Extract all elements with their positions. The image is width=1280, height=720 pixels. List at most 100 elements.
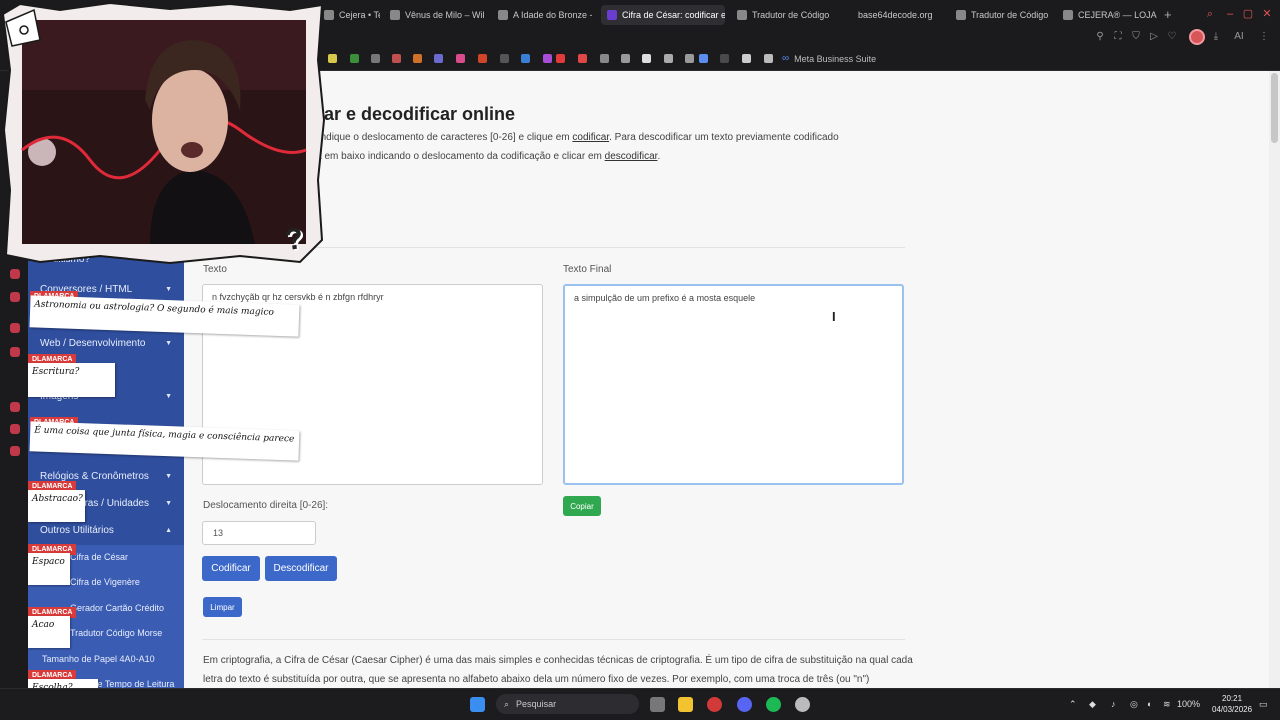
tiktok-icon[interactable] — [642, 54, 651, 63]
submenu-tamanho-papel[interactable]: Tamanho de Papel 4A0-A10 — [28, 647, 184, 672]
folder-icon[interactable] — [685, 54, 694, 63]
side-app-icon[interactable] — [10, 446, 20, 456]
bookmark-icon[interactable] — [350, 54, 359, 63]
shield-icon[interactable]: ⛉ — [1130, 31, 1142, 43]
chat-message-text: Abstracao? — [28, 490, 85, 522]
bookmark-icon[interactable] — [413, 54, 422, 63]
final-text-label: Texto Final — [563, 264, 612, 275]
tab-cejera-loja[interactable]: CEJERA® — LOJA | S — [1057, 5, 1157, 25]
bookmark-icon[interactable] — [764, 54, 773, 63]
tab-base64decode[interactable]: base64decode.org — [852, 5, 942, 25]
bookmark-icon[interactable] — [500, 54, 509, 63]
bookmark-icon[interactable] — [621, 54, 630, 63]
side-app-icon[interactable] — [10, 424, 20, 434]
bookmark-icon[interactable] — [699, 54, 708, 63]
descodificar-link[interactable]: descodificar — [605, 151, 658, 162]
x-icon[interactable] — [742, 54, 751, 63]
github-icon[interactable] — [664, 54, 673, 63]
taskbar-search[interactable]: ⌕ Pesquisar — [496, 694, 639, 714]
bookmark-icon[interactable] — [578, 54, 587, 63]
ai-button[interactable]: AI — [1228, 31, 1250, 43]
bookmark-icon[interactable] — [720, 54, 729, 63]
tray-app-icon[interactable]: ◎ — [1130, 699, 1138, 710]
decode-button[interactable]: Descodificar — [265, 556, 337, 581]
search-tabs-icon[interactable]: ⌕ — [1204, 8, 1216, 20]
discord-icon[interactable] — [737, 697, 752, 712]
tab-venus-de-milo[interactable]: Vênus de Milo – Wiki — [384, 5, 484, 25]
menu-icon[interactable]: ⋮ — [1258, 31, 1270, 43]
output-textarea[interactable]: a simpulção de um prefixo é a mosta esqu… — [563, 284, 904, 485]
bookmark-icon[interactable] — [543, 54, 552, 63]
battery-level[interactable]: 100% — [1177, 699, 1200, 709]
encode-button[interactable]: Codificar — [202, 556, 260, 581]
bookmark-icon[interactable] — [478, 54, 487, 63]
pin-icon[interactable]: ⚲ — [1094, 31, 1106, 43]
tab-favicon-icon — [737, 10, 747, 20]
bookmark-icon[interactable] — [434, 54, 443, 63]
clear-button[interactable]: Limpar — [203, 597, 242, 617]
description-text: Em criptografia, a Cifra de César (Caesa… — [203, 655, 913, 666]
new-tab-button[interactable]: + — [1164, 7, 1172, 22]
side-app-icon[interactable] — [10, 292, 20, 302]
profile-avatar[interactable] — [1189, 29, 1205, 45]
tab-tradutor-2[interactable]: Tradutor de Código N — [950, 5, 1050, 25]
codificar-link[interactable]: codificar — [572, 132, 609, 143]
tray-chevron-icon[interactable]: ⌃ — [1069, 699, 1077, 710]
heart-icon[interactable]: ♡ — [1166, 31, 1178, 43]
taskbar — [0, 688, 1280, 720]
bookmark-icon[interactable] — [556, 54, 565, 63]
tab-label: CEJERA® — LOJA | S — [1078, 10, 1157, 20]
shift-input[interactable]: 13 — [202, 521, 316, 545]
tab-label: Cifra de César: codificar e — [622, 10, 725, 20]
close-icon[interactable]: ✕ — [1261, 8, 1273, 20]
scrollbar-thumb[interactable] — [1271, 73, 1278, 143]
opera-gx-icon[interactable] — [707, 697, 722, 712]
task-view-icon[interactable] — [650, 697, 665, 712]
side-app-icon[interactable] — [10, 347, 20, 357]
windows-start-icon[interactable] — [470, 697, 485, 712]
maximize-icon[interactable]: ▢ — [1242, 8, 1254, 20]
wifi-icon[interactable]: ≋ — [1163, 699, 1171, 710]
sidebar-item-label: Web / Desenvolvimento — [40, 338, 146, 349]
clock-time: 20:21 — [1222, 694, 1243, 703]
text-cursor-icon: I — [832, 309, 836, 324]
download-icon[interactable]: ⤓ — [1210, 31, 1222, 43]
tab-cejera-terminal[interactable]: Cejera • Termi — [318, 5, 380, 25]
tab-favicon-icon — [498, 10, 508, 20]
bookmark-icon[interactable] — [521, 54, 530, 63]
caret-down-icon: ▲ — [165, 527, 172, 534]
notification-icon[interactable]: ▭ — [1259, 699, 1268, 710]
taskbar-clock[interactable]: 20:21 04/03/2026 — [1212, 693, 1252, 715]
side-app-icon[interactable] — [10, 402, 20, 412]
tray-app-icon[interactable]: ◆ — [1089, 699, 1096, 710]
file-explorer-icon[interactable] — [678, 697, 693, 712]
volume-icon[interactable]: ◖ — [1146, 699, 1151, 709]
tab-label: Vênus de Milo – Wiki — [405, 10, 484, 20]
bookmark-meta-business[interactable]: ∞ Meta Business Suite — [782, 53, 876, 64]
play-icon[interactable]: ▷ — [1148, 31, 1160, 43]
minimize-icon[interactable]: – — [1224, 8, 1236, 20]
steam-icon[interactable] — [795, 697, 810, 712]
copy-button[interactable]: Copiar — [563, 496, 601, 516]
bookmark-icon[interactable] — [371, 54, 380, 63]
screenshot-icon[interactable]: ⛶ — [1112, 31, 1124, 43]
caret-down-icon: ▼ — [165, 473, 172, 480]
tab-idade-bronze[interactable]: A Idade do Bronze - — [492, 5, 592, 25]
divider — [202, 639, 905, 640]
side-app-icon[interactable] — [10, 323, 20, 333]
instagram-icon[interactable] — [456, 54, 465, 63]
side-app-icon[interactable] — [10, 269, 20, 279]
tab-tradutor-1[interactable]: Tradutor de Código I — [731, 5, 831, 25]
bookmark-icon[interactable] — [328, 54, 337, 63]
bookmark-icon[interactable] — [600, 54, 609, 63]
caret-down-icon: ▼ — [165, 340, 172, 347]
tab-label: A Idade do Bronze - — [513, 10, 592, 20]
clock-date: 04/03/2026 — [1212, 705, 1253, 714]
bookmark-icon[interactable] — [392, 54, 401, 63]
microphone-icon[interactable]: ♪ — [1111, 699, 1116, 709]
tab-cifra-cesar[interactable]: Cifra de César: codificar e — [601, 5, 725, 25]
tab-favicon-icon — [956, 10, 966, 20]
intro-text: rea em baixo, indique o deslocamento de … — [255, 132, 839, 143]
page-scrollbar[interactable] — [1269, 71, 1280, 688]
spotify-icon[interactable] — [766, 697, 781, 712]
